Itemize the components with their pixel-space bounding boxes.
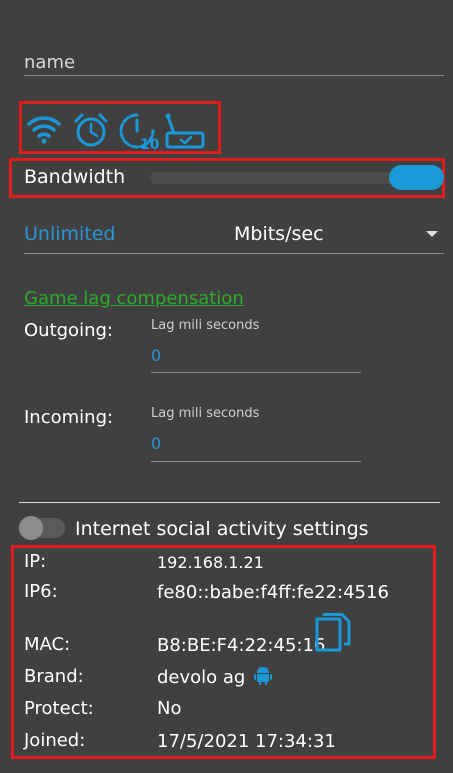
speed-unit-select[interactable]: Mbits/sec xyxy=(234,223,324,245)
bandwidth-toggle[interactable] xyxy=(389,165,444,190)
android-icon xyxy=(254,665,272,689)
mac-value: B8:BE:F4:22:45:16 xyxy=(157,635,326,656)
section-divider xyxy=(19,502,440,503)
timer-10-icon[interactable]: 10 xyxy=(118,112,162,154)
name-input[interactable] xyxy=(24,49,444,76)
game-lag-compensation-link[interactable]: Game lag compensation xyxy=(24,288,244,309)
social-activity-toggle-knob[interactable] xyxy=(19,516,43,540)
social-activity-label: Internet social activity settings xyxy=(75,518,369,540)
alarm-clock-icon[interactable] xyxy=(73,112,109,152)
incoming-label: Incoming: xyxy=(24,407,114,428)
outgoing-lag-sublabel: Lag mili seconds xyxy=(151,318,260,333)
protect-value: No xyxy=(157,698,182,719)
bandwidth-label: Bandwidth xyxy=(24,166,126,188)
joined-value: 17/5/2021 17:34:31 xyxy=(157,731,336,752)
wifi-icon[interactable] xyxy=(27,112,61,148)
protect-label: Protect: xyxy=(24,698,94,719)
joined-label: Joined: xyxy=(24,730,86,751)
outgoing-lag-input[interactable]: 0 xyxy=(151,346,161,365)
speed-limit-value[interactable]: Unlimited xyxy=(24,223,116,245)
outgoing-label: Outgoing: xyxy=(24,320,113,341)
router-icon[interactable] xyxy=(164,112,206,154)
incoming-lag-sublabel: Lag mili seconds xyxy=(151,406,260,421)
ip-value: 192.168.1.21 xyxy=(157,553,264,572)
select-underline xyxy=(24,253,444,254)
incoming-lag-input[interactable]: 0 xyxy=(151,434,161,453)
brand-label: Brand: xyxy=(24,666,84,687)
chevron-down-icon[interactable] xyxy=(426,231,438,237)
outgoing-lag-underline xyxy=(151,372,361,373)
brand-value: devolo ag xyxy=(157,667,246,688)
mac-label: MAC: xyxy=(24,634,71,655)
copy-icon[interactable] xyxy=(314,613,352,657)
ip6-label: IP6: xyxy=(24,581,58,602)
ip-label: IP: xyxy=(24,551,47,572)
ip6-value: fe80::babe:f4ff:fe22:4516 xyxy=(157,582,389,603)
incoming-lag-underline xyxy=(151,461,361,462)
svg-text:10: 10 xyxy=(140,137,160,150)
